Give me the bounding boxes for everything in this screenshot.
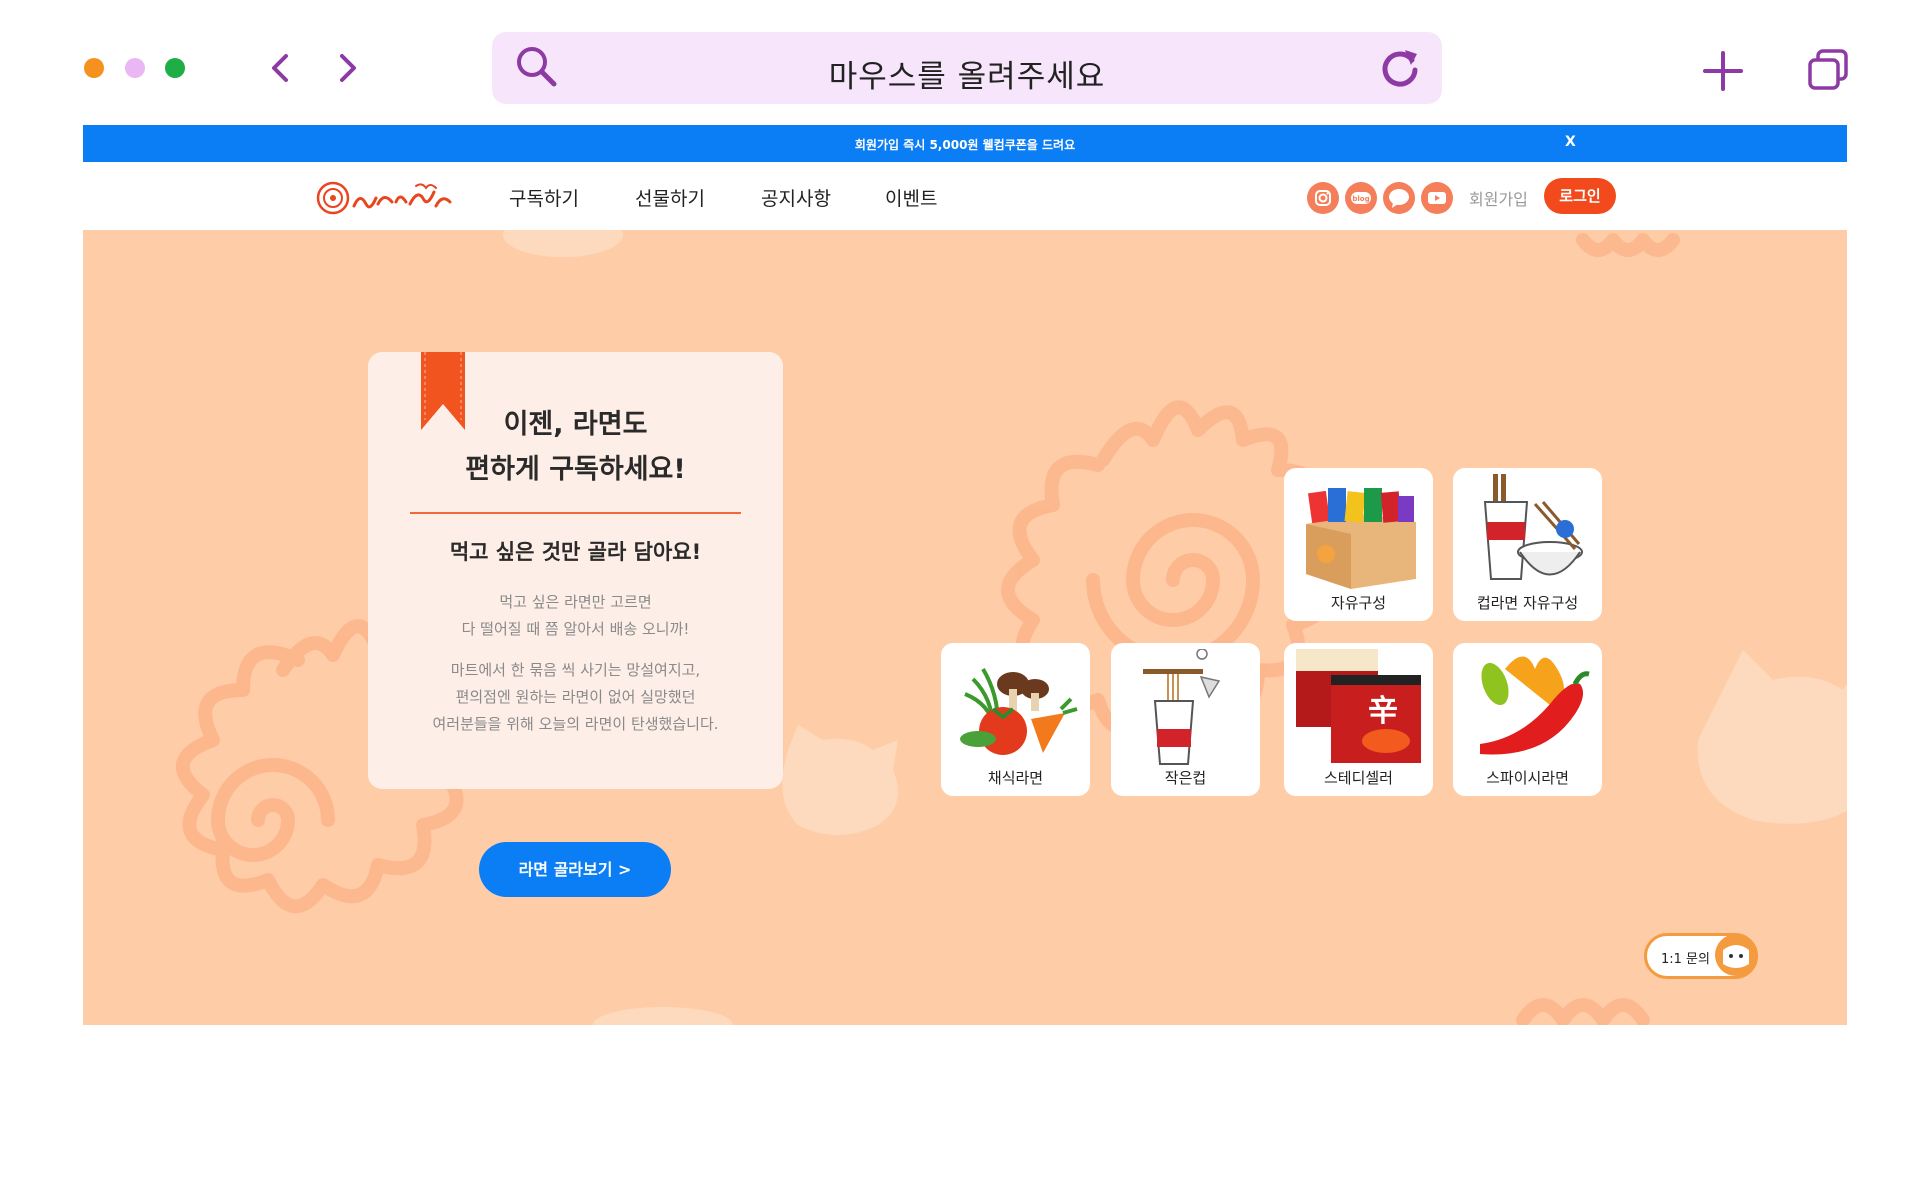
one-on-one-inquiry-button[interactable]: 1:1 문의 — [1644, 933, 1758, 979]
blog-icon[interactable]: blog — [1345, 182, 1377, 214]
hero-headline: 이젠, 라면도 편하게 구독하세요! — [368, 402, 783, 492]
category-tile-small-cup[interactable]: 작은컵 — [1111, 643, 1260, 796]
inquiry-label: 1:1 문의 — [1661, 952, 1710, 967]
login-button[interactable]: 로그인 — [1544, 178, 1616, 214]
promo-banner: 회원가입 즉시 5,000원 웰컴쿠폰을 드려요 X — [83, 125, 1847, 162]
chat-icon[interactable] — [1383, 182, 1415, 214]
card-divider — [410, 512, 741, 514]
mascot-avatar-icon — [1715, 934, 1757, 976]
browse-ramen-button[interactable]: 라면 골라보기 > — [479, 842, 671, 897]
nav-gift[interactable]: 선물하기 — [635, 184, 705, 211]
window-maximize-dot[interactable] — [165, 58, 185, 78]
window-close-dot[interactable] — [84, 58, 104, 78]
category-tile-free-box[interactable]: 자유구성 — [1284, 468, 1433, 621]
address-bar[interactable]: 마우스를 올려주세요 — [492, 32, 1442, 104]
ramen-logo-icon — [316, 181, 452, 215]
reload-icon[interactable] — [1378, 46, 1422, 90]
category-tile-cup-free[interactable]: 컵라면 자유구성 — [1453, 468, 1602, 621]
hero-subhead: 먹고 싶은 것만 골라 담아요! — [449, 540, 702, 564]
category-tile-vegetarian[interactable]: 채식라면 — [941, 643, 1090, 796]
desc1-line-2: 다 떨어질 때 쯤 알아서 배송 오니까! — [461, 620, 690, 638]
cup-noodle-icon — [1483, 474, 1583, 580]
hero-headline-line-1: 이젠, 라면도 — [503, 409, 648, 440]
hero-description-2: 마트에서 한 묶음 씩 사기는 망설여지고, 편의점엔 원하는 라면이 없어 실… — [368, 657, 783, 738]
naruto-background-pattern — [176, 230, 1847, 1025]
desc2-line-1: 마트에서 한 묶음 씩 사기는 망설여지고, — [450, 661, 701, 679]
hero-description-1: 먹고 싶은 라면만 고르면 다 떨어질 때 쯤 알아서 배송 오니까! — [368, 589, 783, 643]
hero-section: 이젠, 라면도 편하게 구독하세요! 먹고 싶은 것만 골라 담아요! 먹고 싶… — [83, 230, 1847, 1025]
desc1-line-1: 먹고 싶은 라면만 고르면 — [499, 593, 652, 611]
hero-headline-line-2: 편하게 구독하세요! — [465, 454, 686, 485]
tabs-overview-icon[interactable] — [1806, 48, 1850, 92]
desc2-line-2: 편의점엔 원하는 라면이 없어 실망했던 — [455, 688, 696, 706]
youtube-icon[interactable] — [1421, 182, 1453, 214]
instagram-icon[interactable] — [1307, 182, 1339, 214]
nav-subscribe[interactable]: 구독하기 — [509, 184, 579, 211]
category-label: 스테디셀러 — [1323, 769, 1393, 787]
back-arrow-icon[interactable] — [268, 52, 292, 84]
promo-text: 회원가입 즉시 5,000원 웰컴쿠폰을 드려요 — [854, 138, 1076, 152]
category-label: 채식라면 — [987, 769, 1044, 787]
ramyun-package-glyph: 辛 — [1368, 694, 1398, 729]
ramen-box-icon — [1306, 488, 1416, 589]
shin-ramyun-icon: 辛 — [1296, 649, 1421, 763]
vegetables-icon — [960, 667, 1078, 755]
join-link[interactable]: 회원가입 — [1469, 186, 1528, 210]
category-label: 컵라면 자유구성 — [1476, 594, 1579, 612]
category-label: 스파이시라면 — [1486, 769, 1569, 787]
address-text: 마우스를 올려주세요 — [828, 59, 1106, 95]
mini-cup-icon — [1143, 649, 1221, 765]
promo-close-button[interactable]: X — [1565, 134, 1576, 150]
category-tile-steady-seller[interactable]: 辛 스테디셀러 — [1284, 643, 1433, 796]
chili-pepper-icon — [1480, 656, 1590, 755]
new-tab-plus-icon[interactable] — [1702, 50, 1744, 92]
category-label: 작은컵 — [1164, 769, 1207, 787]
blog-icon-text: blog — [1352, 195, 1369, 203]
website-viewport: 회원가입 즉시 5,000원 웰컴쿠폰을 드려요 X 구독하기 선물하기 공지사… — [83, 125, 1847, 1025]
site-logo[interactable] — [316, 178, 458, 218]
nav-notice[interactable]: 공지사항 — [761, 184, 831, 211]
desc2-line-3: 여러분들을 위해 오늘의 라면이 탄생했습니다. — [432, 715, 719, 733]
window-minimize-dot[interactable] — [125, 58, 145, 78]
category-label: 자유구성 — [1330, 594, 1387, 612]
site-header: 구독하기 선물하기 공지사항 이벤트 blog 회원가입 로그인 — [83, 162, 1847, 230]
intro-card: 이젠, 라면도 편하게 구독하세요! 먹고 싶은 것만 골라 담아요! 먹고 싶… — [368, 352, 783, 789]
nav-event[interactable]: 이벤트 — [885, 184, 937, 211]
forward-arrow-icon[interactable] — [336, 52, 360, 84]
category-tile-spicy[interactable]: 스파이시라면 — [1453, 643, 1602, 796]
